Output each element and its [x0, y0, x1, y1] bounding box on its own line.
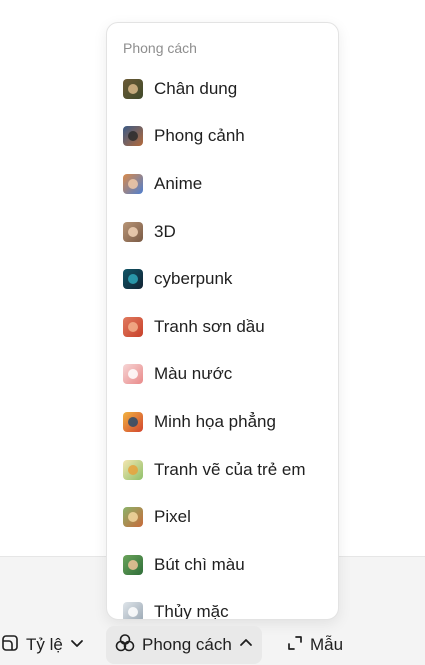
style-option[interactable]: Minh họa phẳng [107, 398, 338, 446]
style-option[interactable]: Phong cảnh [107, 113, 338, 161]
style-option-label: Minh họa phẳng [154, 411, 276, 431]
style-option-label: 3D [154, 221, 176, 241]
style-button[interactable]: Phong cách [106, 626, 262, 664]
style-option[interactable]: Chân dung [107, 65, 338, 113]
style-option[interactable]: 3D [107, 208, 338, 256]
sample-label: Mẫu [310, 635, 344, 654]
landscape-thumb-icon [123, 126, 143, 147]
style-label: Phong cách [142, 635, 232, 654]
style-option-label: Chân dung [154, 78, 238, 98]
ink-wash-thumb-icon [123, 602, 143, 619]
aspect-ratio-icon [0, 633, 20, 658]
oil-painting-thumb-icon [123, 316, 143, 337]
style-option[interactable]: Bút chì màu [107, 541, 338, 589]
style-option-label: Tranh sơn dầu [154, 316, 265, 336]
cyberpunk-thumb-icon [123, 269, 143, 290]
style-option[interactable]: Tranh vẽ của trẻ em [107, 446, 338, 494]
kids-drawing-thumb-icon [123, 459, 143, 480]
colored-pencil-thumb-icon [123, 554, 143, 575]
style-option-label: Thủy mặc [154, 602, 229, 620]
flat-illustration-thumb-icon [123, 411, 143, 432]
style-option-label: Phong cảnh [154, 126, 245, 146]
anime-thumb-icon [123, 173, 143, 194]
sample-button[interactable]: Mẫu [286, 626, 356, 664]
style-option[interactable]: Anime [107, 160, 338, 208]
style-option-label: Anime [154, 173, 203, 193]
style-option[interactable]: Thủy mặc [107, 589, 338, 620]
aspect-ratio-button[interactable]: Tỷ lệ [0, 626, 90, 664]
style-option[interactable]: cyberpunk [107, 255, 338, 303]
style-option-label: Tranh vẽ của trẻ em [154, 459, 306, 479]
portrait-thumb-icon [123, 78, 143, 99]
style-option[interactable]: Tranh sơn dầu [107, 303, 338, 351]
chevron-down-icon [69, 635, 85, 656]
expand-icon [286, 634, 304, 657]
style-option-label: Pixel [154, 507, 191, 527]
watercolor-thumb-icon [123, 364, 143, 385]
style-option-label: Bút chì màu [154, 554, 245, 574]
style-option[interactable]: Pixel [107, 493, 338, 541]
aspect-ratio-label: Tỷ lệ [26, 635, 63, 654]
style-dropdown-menu: Phong cách Chân dung Phong cảnh Anime 3D cyb… [106, 22, 339, 620]
3d-thumb-icon [123, 221, 143, 242]
style-option-label: Màu nước [154, 364, 233, 384]
style-list: Chân dung Phong cảnh Anime 3D cyberpunk Tranh… [107, 65, 338, 620]
style-option-label: cyberpunk [154, 269, 233, 289]
style-icon [114, 632, 136, 659]
style-option[interactable]: Màu nước [107, 351, 338, 399]
chevron-up-icon [238, 635, 254, 656]
pixel-thumb-icon [123, 507, 143, 528]
menu-header: Phong cách [123, 40, 197, 56]
bottom-toolbar: Tỷ lệ Phong cách Mẫu [0, 626, 425, 664]
